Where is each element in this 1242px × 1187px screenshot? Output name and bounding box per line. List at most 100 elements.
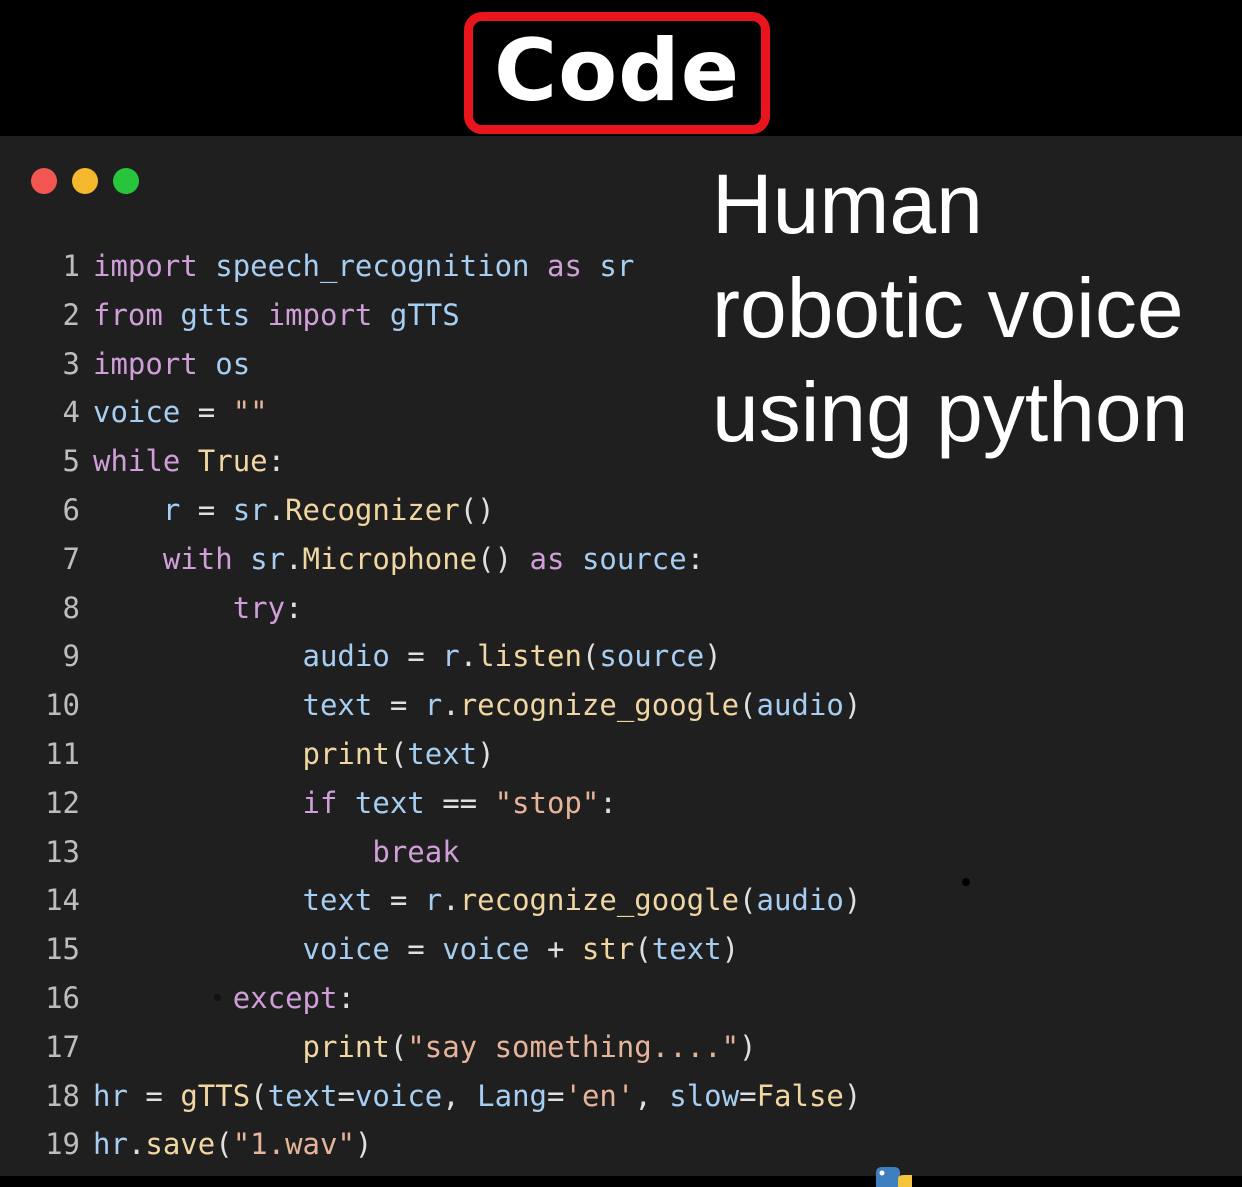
code-token: sr (250, 541, 286, 576)
code-line: 9 audio = r.listen(source) (40, 632, 861, 681)
code-token: = (547, 1078, 565, 1113)
code-token: = (372, 688, 425, 723)
caption-line-1: Human (712, 157, 983, 251)
code-token: except (232, 980, 338, 1015)
code-token: text (354, 785, 425, 820)
code-token: 'en' (564, 1078, 635, 1113)
line-number: 19 (45, 1127, 80, 1162)
caption-line-2: robotic voice (712, 261, 1184, 355)
code-token: "" (232, 395, 268, 430)
code-token: r (162, 492, 181, 527)
code-line: 15 voice = voice + str(text) (40, 925, 861, 974)
code-line: 16 except: (40, 974, 861, 1023)
code-token: if (302, 785, 338, 820)
line-number: 17 (45, 1029, 80, 1064)
code-token: : (267, 444, 286, 479)
code-token: ) (721, 932, 740, 967)
stray-dot (214, 994, 221, 1001)
code-token: ( (250, 1078, 268, 1113)
code-token: import (93, 249, 198, 283)
line-number: 12 (45, 785, 80, 820)
code-token: voice (93, 395, 181, 430)
code-token: print (302, 736, 390, 771)
code-token: audio (756, 688, 844, 723)
code-token: . (285, 541, 303, 576)
code-token: . (442, 883, 460, 918)
code-token: : (337, 980, 355, 1015)
line-number: 9 (62, 639, 80, 674)
code-token: text (302, 883, 373, 918)
code-token: ) (843, 1078, 862, 1113)
code-token: Microphone (302, 541, 478, 576)
code-line: 11 print(text) (40, 730, 861, 779)
line-number: 11 (45, 736, 80, 771)
code-token: ( (215, 1127, 233, 1162)
code-token: os (215, 346, 251, 381)
code-token: : (285, 590, 303, 625)
code-token: print (302, 1029, 390, 1064)
code-token: as (546, 249, 582, 283)
minimize-window-button[interactable] (72, 168, 98, 194)
code-token: ) (739, 1029, 757, 1064)
code-token: . (442, 688, 460, 723)
maximize-window-button[interactable] (113, 168, 139, 194)
code-token: import (93, 346, 198, 381)
code-token: voice (442, 932, 530, 967)
code-token: voice (354, 1078, 443, 1113)
code-token: True (197, 444, 268, 479)
code-token: sr (599, 249, 635, 283)
line-number: 3 (62, 346, 80, 381)
code-token: gTTS (389, 297, 460, 332)
code-token: audio (302, 639, 390, 674)
code-token: ) (354, 1127, 373, 1162)
close-window-button[interactable] (31, 168, 57, 194)
bottom-strip (0, 1176, 1242, 1187)
code-token: ( (389, 736, 408, 771)
code-token: ( (389, 1029, 408, 1064)
line-number: 6 (62, 492, 80, 527)
line-number: 13 (45, 834, 80, 869)
code-token: ) (843, 688, 862, 723)
code-token: gTTS (180, 1078, 251, 1113)
stray-dot (962, 878, 970, 886)
code-token: = (127, 1078, 181, 1113)
code-token: as (529, 541, 565, 576)
code-token: = (180, 395, 233, 430)
code-token: slow (669, 1078, 740, 1113)
page-title: Code (493, 21, 741, 121)
code-line: 14 text = r.recognize_google(audio) (40, 876, 861, 925)
code-token: while (93, 444, 181, 479)
line-number: 7 (62, 541, 80, 576)
code-token: False (756, 1078, 844, 1113)
code-token: + (529, 932, 582, 967)
code-line: 8 try: (40, 584, 861, 633)
code-line: 10 text = r.recognize_google(audio) (40, 681, 861, 730)
code-token: r (442, 639, 460, 674)
code-token: ( (581, 639, 600, 674)
window-controls (31, 168, 139, 194)
line-number: 18 (45, 1078, 80, 1113)
line-number: 2 (62, 297, 80, 332)
code-token: . (267, 492, 286, 527)
code-token: text (302, 688, 373, 723)
overlay-caption: Human robotic voice using python (712, 152, 1188, 464)
code-token: , (634, 1078, 670, 1113)
code-token: str (581, 932, 635, 967)
code-token: ( (739, 883, 757, 918)
code-token: : (686, 541, 705, 576)
code-token: ) (843, 883, 862, 918)
code-token: "1.wav" (232, 1127, 355, 1162)
code-token: save (145, 1127, 216, 1162)
code-token: : (599, 785, 617, 820)
